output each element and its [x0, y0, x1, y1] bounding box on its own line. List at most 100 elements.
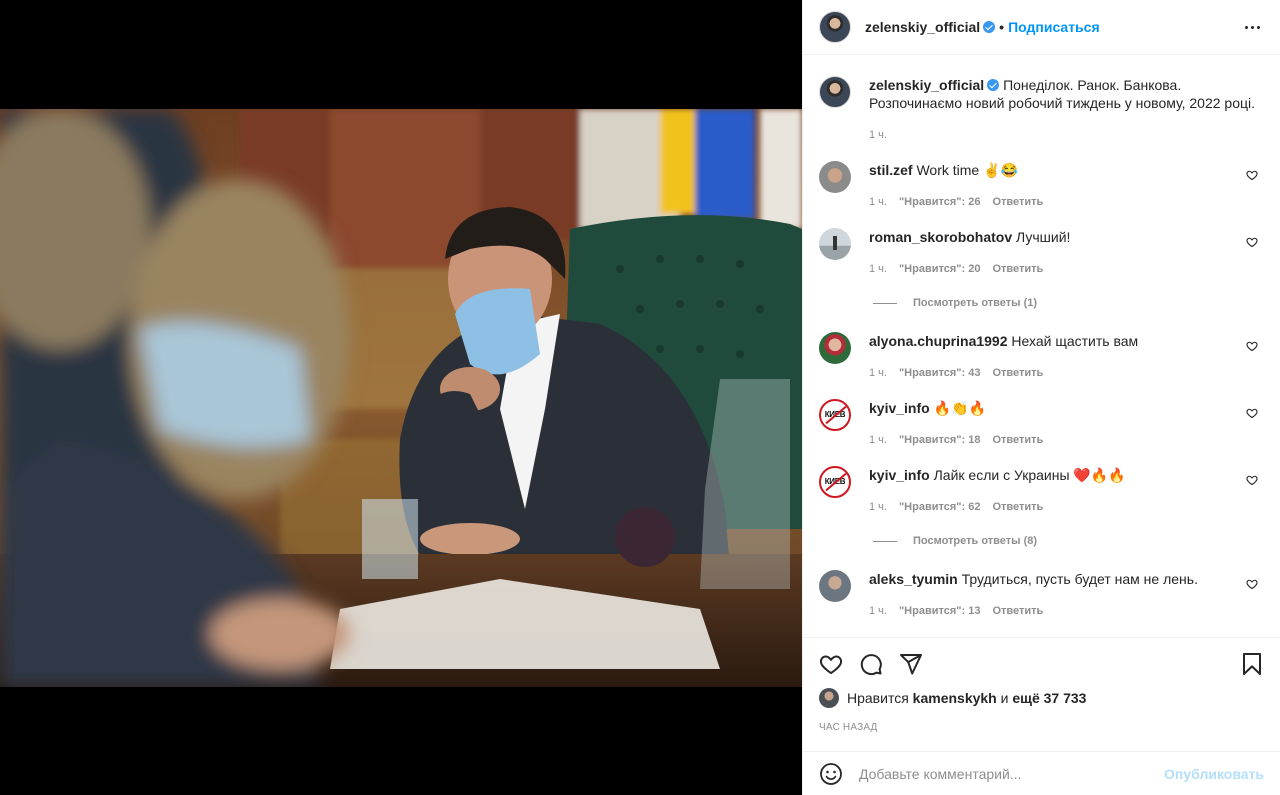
owner-avatar[interactable]: [819, 11, 851, 43]
view-replies-button[interactable]: Посмотреть ответы (1): [873, 297, 1264, 309]
comment-text: Лайк если с Украины ❤️🔥🔥: [933, 467, 1126, 483]
commenter-avatar[interactable]: [819, 570, 851, 602]
view-replies-label: Посмотреть ответы (8): [913, 535, 1038, 547]
publish-button[interactable]: Опубликовать: [1164, 766, 1264, 782]
comment-likes[interactable]: "Нравится": 18: [899, 431, 980, 449]
comment-body: alyona.chuprina1992 Нехай щастить вам 1 …: [869, 332, 1264, 382]
comment-input[interactable]: [859, 765, 1165, 782]
comment-time[interactable]: 1 ч.: [869, 498, 887, 516]
comment-username[interactable]: aleks_tyumin: [869, 571, 958, 587]
kyiv-logo-text: КИЕВ: [824, 410, 846, 419]
more-options-icon[interactable]: [1240, 15, 1264, 39]
replies-divider: [873, 540, 897, 542]
caption-time[interactable]: 1 ч.: [869, 126, 887, 144]
bookmark-icon[interactable]: [1240, 652, 1264, 676]
comment-likes[interactable]: "Нравится": 26: [899, 193, 980, 211]
post-side-panel: zelenskiy_official • Подписаться zelensk…: [802, 0, 1280, 795]
comment-time[interactable]: 1 ч.: [869, 260, 887, 278]
comment-meta: 1 ч. "Нравится": 62 Ответить: [869, 498, 1240, 516]
header-separator: •: [999, 19, 1005, 35]
view-replies-label: Посмотреть ответы (1): [913, 297, 1038, 309]
post-caption: zelenskiy_official Понеділок. Ранок. Бан…: [819, 56, 1264, 144]
comment-likes[interactable]: "Нравится": 43: [899, 364, 980, 382]
comment-item: КИЕВ kyiv_info Лайк если с Украины ❤️🔥🔥 …: [819, 466, 1264, 516]
comment-username[interactable]: roman_skorobohatov: [869, 229, 1012, 245]
verified-icon: [987, 79, 1000, 91]
liker-username[interactable]: kamenskykh: [913, 690, 997, 706]
caption-body: zelenskiy_official Понеділок. Ранок. Бан…: [869, 76, 1264, 144]
comment-reply-button[interactable]: Ответить: [992, 193, 1043, 211]
comment-meta: 1 ч. "Нравится": 13 Ответить: [869, 602, 1240, 620]
verified-icon: [983, 21, 996, 33]
replies-divider: [873, 302, 897, 304]
post-time[interactable]: час назад: [819, 722, 1264, 733]
follow-button[interactable]: Подписаться: [1008, 19, 1100, 35]
comment-username[interactable]: stil.zef: [869, 162, 913, 178]
comment-time[interactable]: 1 ч.: [869, 193, 887, 211]
likes-connector: и: [1000, 690, 1009, 706]
caption-username[interactable]: zelenskiy_official: [869, 77, 984, 93]
comment-body: roman_skorobohatov Лучший! 1 ч. "Нравитс…: [869, 228, 1264, 278]
comment-reply-button[interactable]: Ответить: [992, 364, 1043, 382]
like-comment-heart-icon[interactable]: [1246, 474, 1258, 486]
comment-username[interactable]: alyona.chuprina1992: [869, 333, 1008, 349]
likes-summary: Нравится kamenskykh и ещё 37 733: [819, 688, 1264, 708]
comment-reply-button[interactable]: Ответить: [992, 260, 1043, 278]
comment-reply-button[interactable]: Ответить: [992, 602, 1043, 620]
post-photo[interactable]: [0, 109, 802, 687]
comments-list[interactable]: zelenskiy_official Понеділок. Ранок. Бан…: [803, 56, 1280, 637]
comment-text: Трудиться, пусть будет нам не лень.: [961, 571, 1198, 587]
comment-text: Лучший!: [1016, 229, 1071, 245]
post-actions: Нравится kamenskykh и ещё 37 733 час наз…: [803, 637, 1280, 733]
post-header: zelenskiy_official • Подписаться: [803, 0, 1280, 55]
comment-time[interactable]: 1 ч.: [869, 602, 887, 620]
heart-icon[interactable]: [819, 652, 843, 676]
comment-reply-button[interactable]: Ответить: [992, 498, 1043, 516]
like-comment-heart-icon[interactable]: [1246, 578, 1258, 590]
commenter-avatar[interactable]: КИЕВ: [819, 399, 851, 431]
comment-body: stil.zef Work time ✌️😂 1 ч. "Нравится": …: [869, 161, 1264, 211]
comment-text: Work time ✌️😂: [916, 162, 1018, 178]
kyiv-logo-text: КИЕВ: [824, 477, 846, 486]
comment-username[interactable]: kyiv_info: [869, 467, 930, 483]
share-icon[interactable]: [899, 652, 923, 676]
commenter-avatar[interactable]: [819, 161, 851, 193]
comment-item: stil.zef Work time ✌️😂 1 ч. "Нравится": …: [819, 161, 1264, 211]
comment-meta: 1 ч. "Нравится": 26 Ответить: [869, 193, 1240, 211]
comment-text: Нехай щастить вам: [1011, 333, 1139, 349]
emoji-icon[interactable]: [819, 762, 843, 786]
like-comment-heart-icon[interactable]: [1246, 340, 1258, 352]
liker-avatar[interactable]: [819, 688, 839, 708]
photo-illustration: [0, 109, 802, 687]
comment-item: КИЕВ kyiv_info 🔥👏🔥 1 ч. "Нравится": 18 О…: [819, 399, 1264, 449]
caption-avatar[interactable]: [819, 76, 851, 108]
like-comment-heart-icon[interactable]: [1246, 169, 1258, 181]
comment-icon[interactable]: [859, 652, 883, 676]
comment-item: roman_skorobohatov Лучший! 1 ч. "Нравитс…: [819, 228, 1264, 278]
comment-meta: 1 ч. "Нравится": 18 Ответить: [869, 431, 1240, 449]
comment-likes[interactable]: "Нравится": 13: [899, 602, 980, 620]
commenter-avatar[interactable]: [819, 332, 851, 364]
commenter-avatar[interactable]: [819, 228, 851, 260]
action-icon-row: [819, 638, 1264, 690]
like-comment-heart-icon[interactable]: [1246, 407, 1258, 419]
view-replies-button[interactable]: Посмотреть ответы (8): [873, 535, 1264, 547]
comment-meta: 1 ч. "Нравится": 20 Ответить: [869, 260, 1240, 278]
comment-body: kyiv_info 🔥👏🔥 1 ч. "Нравится": 18 Ответи…: [869, 399, 1264, 449]
likes-count-link[interactable]: ещё 37 733: [1012, 690, 1086, 706]
comment-likes[interactable]: "Нравится": 20: [899, 260, 980, 278]
comment-reply-button[interactable]: Ответить: [992, 431, 1043, 449]
comment-time[interactable]: 1 ч.: [869, 364, 887, 382]
comment-item: aleks_tyumin Трудиться, пусть будет нам …: [819, 570, 1264, 620]
post-media: [0, 0, 802, 795]
comment-meta: 1 ч. "Нравится": 43 Ответить: [869, 364, 1240, 382]
comment-time[interactable]: 1 ч.: [869, 431, 887, 449]
like-comment-heart-icon[interactable]: [1246, 236, 1258, 248]
commenter-avatar[interactable]: КИЕВ: [819, 466, 851, 498]
caption-meta: 1 ч.: [869, 126, 1264, 144]
comment-body: kyiv_info Лайк если с Украины ❤️🔥🔥 1 ч. …: [869, 466, 1264, 516]
comment-likes[interactable]: "Нравится": 62: [899, 498, 980, 516]
likes-prefix: Нравится: [847, 690, 909, 706]
owner-username[interactable]: zelenskiy_official: [865, 19, 980, 35]
comment-username[interactable]: kyiv_info: [869, 400, 930, 416]
